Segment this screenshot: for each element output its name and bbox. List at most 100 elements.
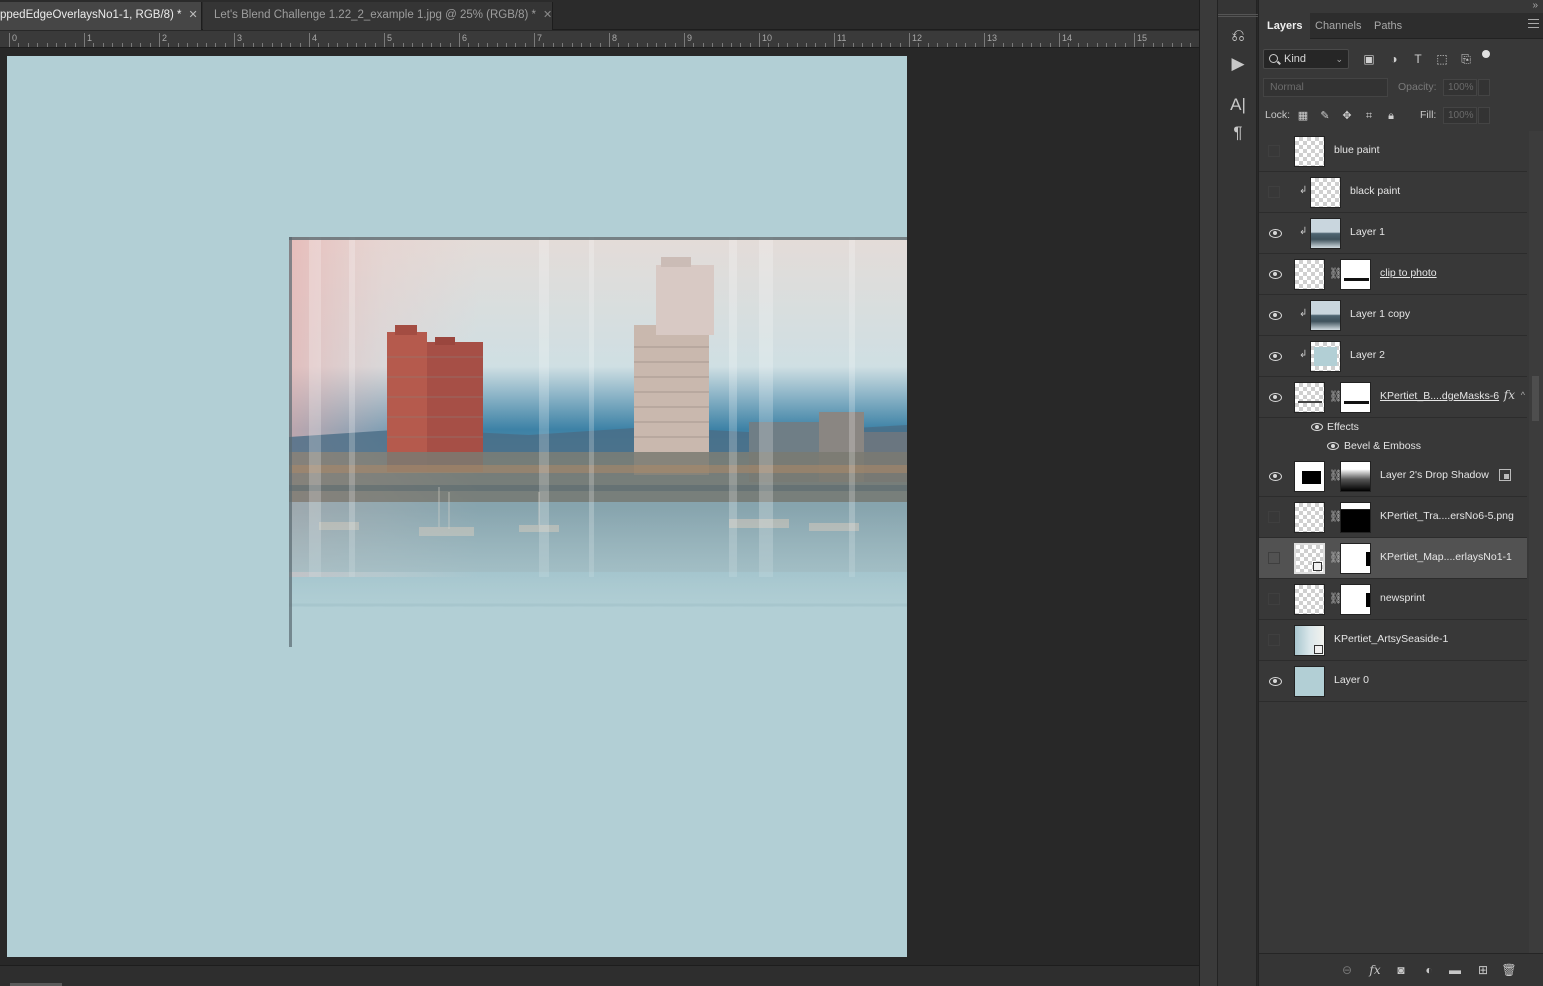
tab-layers[interactable]: Layers [1259,13,1311,39]
layer-thumbnail [1310,341,1341,372]
strip-grip[interactable] [1218,14,1258,17]
tab-channels[interactable]: Channels [1307,13,1369,39]
chain-link-icon[interactable]: ⛓ [1329,550,1343,566]
document-tab-inactive[interactable]: Let's Blend Challenge 1.22_2_example 1.j… [203,2,553,30]
new-layer-icon[interactable]: ⊞ [1475,962,1491,978]
filter-toggle-icon[interactable] [1482,50,1490,58]
lock-brush-icon[interactable]: ✎ [1318,109,1332,123]
ruler-minor-tick [1180,43,1182,47]
layer-row[interactable]: Layer 0 [1259,661,1527,702]
visibility-toggle[interactable] [1268,186,1280,198]
layer-row[interactable]: ↲ black paint [1259,172,1527,213]
lock-transparency-icon[interactable]: ▦ [1296,109,1310,123]
layer-row[interactable]: ⛓ KPertiet_B....dgeMasks-6 fx ^ [1259,377,1527,418]
pixel-filter-icon[interactable]: ▣ [1362,52,1376,66]
ruler-major-tick [234,33,235,47]
panel-menu-icon[interactable] [1528,19,1539,28]
visibility-toggle[interactable] [1268,634,1280,646]
lock-position-icon[interactable]: ✥ [1340,109,1354,123]
layer-thumbnail [1310,177,1341,208]
adjustment-filter-icon[interactable]: ◑ [1387,52,1401,66]
mask-thumbnail[interactable] [1340,543,1371,574]
visibility-toggle[interactable] [1268,552,1280,564]
visibility-toggle[interactable] [1268,593,1280,605]
scrollbar-thumb[interactable] [1532,376,1539,421]
eye-icon[interactable] [1268,675,1282,687]
play-action-icon[interactable]: ▶ [1226,52,1250,76]
lock-artboard-icon[interactable]: ⌗ [1362,109,1376,123]
eye-icon[interactable] [1268,391,1282,403]
horizontal-ruler[interactable]: 0 1 2 3 4 5 6 7 8 9 10 11 12 13 14 15 [0,31,1199,48]
layer-row[interactable]: ⛓ Layer 2's Drop Shadow [1259,456,1527,497]
layer-list-scrollbar[interactable] [1529,131,1543,953]
blend-mode-select[interactable]: Normal [1263,78,1388,97]
layer-row[interactable]: KPertiet_ArtsySeaside-1 [1259,620,1527,661]
link-layers-icon[interactable]: ⊖ [1339,962,1355,978]
filter-kind-select[interactable]: Kind ⌄ [1263,49,1349,69]
ruler-minor-tick [421,43,423,47]
eye-icon[interactable] [1268,470,1282,482]
chain-link-icon[interactable]: ⛓ [1329,266,1343,282]
add-mask-icon[interactable]: ◙ [1393,962,1409,978]
layer-name: Layer 1 [1350,226,1386,238]
visibility-toggle[interactable] [1268,145,1280,157]
ruler-minor-tick [112,43,114,47]
mask-thumbnail[interactable] [1340,584,1371,615]
layer-name: KPertiet_ArtsySeaside-1 [1334,633,1449,645]
effects-row[interactable]: Effects [1259,418,1527,437]
paragraph-icon[interactable]: ¶ [1226,121,1250,145]
mask-thumbnail[interactable] [1340,502,1371,533]
close-icon[interactable]: ✕ [189,2,198,28]
effect-item-row[interactable]: Bevel & Emboss [1259,437,1527,456]
layer-thumbnail [1294,584,1325,615]
canvas-workspace[interactable] [0,49,1199,965]
ruler-minor-tick [130,43,132,47]
chain-link-icon[interactable]: ⛓ [1329,509,1343,525]
delete-layer-icon[interactable]: 🗑︎ [1501,962,1517,978]
horizontal-scrollbar[interactable] [0,965,1199,986]
history-brush-icon[interactable]: ⎌ [1226,24,1250,48]
eye-icon[interactable] [1268,227,1282,239]
mask-thumbnail[interactable] [1340,461,1371,492]
chain-link-icon[interactable]: ⛓ [1329,468,1343,484]
chain-link-icon[interactable]: ⛓ [1329,591,1343,607]
tab-paths[interactable]: Paths [1366,13,1410,39]
document-tab-active[interactable]: ppedEdgeOverlaysNo1-1, RGB/8) * ✕ [0,2,202,30]
new-group-icon[interactable]: ▬ [1447,962,1463,978]
fx-icon[interactable]: fx [1367,962,1383,978]
layer-row[interactable]: blue paint [1259,131,1527,172]
chevron-up-icon[interactable]: ^ [1521,390,1525,400]
mask-thumbnail[interactable] [1340,259,1371,290]
type-filter-icon[interactable]: T [1411,52,1425,66]
smart-object-filter-icon[interactable]: ⎘ [1459,52,1473,66]
fill-slider-toggle[interactable] [1478,107,1490,124]
mask-thumbnail[interactable] [1340,382,1371,413]
eye-icon[interactable] [1311,423,1323,432]
layer-row[interactable]: ↲ Layer 1 [1259,213,1527,254]
document-canvas[interactable] [7,56,907,957]
opacity-input[interactable]: 100% [1443,79,1477,96]
chain-link-icon[interactable]: ⛓ [1329,389,1343,405]
eye-icon[interactable] [1268,309,1282,321]
fx-badge[interactable]: fx [1504,388,1515,402]
adjustment-layer-icon[interactable]: ◐ [1421,962,1437,978]
lock-all-icon[interactable]: 🔒︎ [1384,109,1398,123]
eye-icon[interactable] [1327,442,1339,451]
ruler-minor-tick [149,43,151,47]
visibility-toggle[interactable] [1268,511,1280,523]
close-icon[interactable]: ✕ [543,2,552,28]
collapse-right-icon[interactable]: » [1532,0,1538,11]
eye-icon[interactable] [1268,350,1282,362]
ruler-minor-tick [27,43,29,47]
fill-input[interactable]: 100% [1443,107,1477,124]
layer-row[interactable]: ⛓ KPertiet_Tra....ersNo6-5.png [1259,497,1527,538]
shape-filter-icon[interactable]: ⬚ [1435,52,1449,66]
eye-icon[interactable] [1268,268,1282,280]
layer-row[interactable]: ⛓ KPertiet_Map....erlaysNo1-1 [1259,538,1527,579]
layer-row[interactable]: ⛓ newsprint [1259,579,1527,620]
layer-row[interactable]: ⛓ clip to photo [1259,254,1527,295]
layer-row[interactable]: ↲ Layer 2 [1259,336,1527,377]
opacity-slider-toggle[interactable] [1478,79,1490,96]
layer-row[interactable]: ↲ Layer 1 copy [1259,295,1527,336]
character-icon[interactable]: A| [1226,93,1250,117]
